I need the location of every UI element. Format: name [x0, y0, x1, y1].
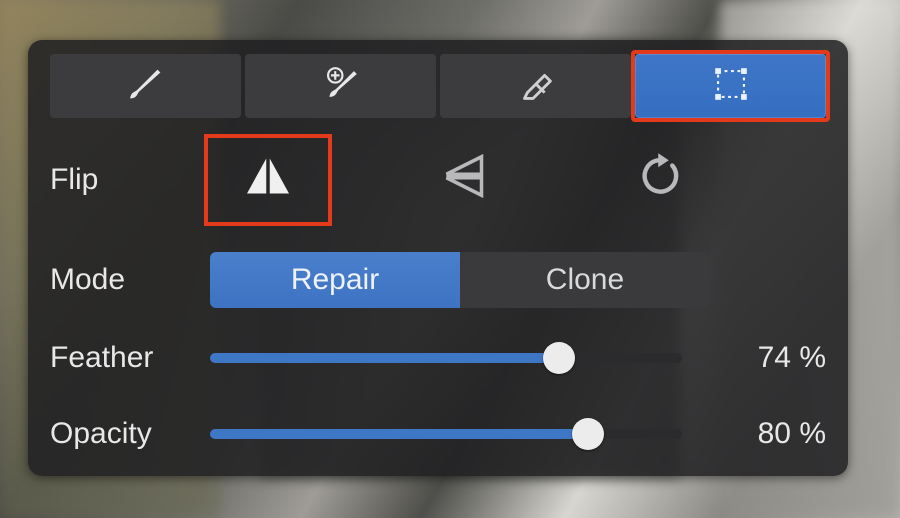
tab-marquee[interactable]	[635, 54, 826, 118]
mode-label: Mode	[50, 263, 210, 297]
flip-vertical-button[interactable]	[406, 140, 522, 220]
slider-fill	[210, 429, 588, 439]
feather-slider[interactable]	[210, 338, 682, 378]
marquee-icon	[708, 61, 754, 112]
tab-eraser[interactable]	[440, 54, 631, 118]
opacity-row: Opacity 80 %	[50, 414, 826, 454]
feather-value: 74 %	[716, 341, 826, 375]
eraser-icon	[513, 61, 559, 112]
reset-button[interactable]	[602, 140, 718, 220]
plus-brush-icon	[318, 61, 364, 112]
reset-icon	[632, 148, 688, 212]
tab-plus-brush[interactable]	[245, 54, 436, 118]
flip-horizontal-icon	[240, 148, 296, 212]
flip-row: Flip	[50, 140, 826, 220]
tool-options-panel: Flip	[28, 40, 848, 476]
slider-thumb[interactable]	[572, 418, 604, 450]
brush-icon	[123, 61, 169, 112]
mode-option-repair[interactable]: Repair	[210, 252, 460, 308]
opacity-label: Opacity	[50, 417, 210, 451]
slider-fill	[210, 353, 559, 363]
opacity-value: 80 %	[716, 417, 826, 451]
mode-row: Mode Repair Clone	[50, 252, 826, 308]
flip-label: Flip	[50, 163, 210, 197]
feather-label: Feather	[50, 341, 210, 375]
opacity-slider[interactable]	[210, 414, 682, 454]
tab-brush[interactable]	[50, 54, 241, 118]
slider-thumb[interactable]	[543, 342, 575, 374]
flip-vertical-icon	[436, 148, 492, 212]
mode-option-clone[interactable]: Clone	[460, 252, 710, 308]
flip-horizontal-button[interactable]	[210, 140, 326, 220]
tool-tab-bar	[50, 54, 826, 118]
flip-controls	[210, 140, 826, 220]
feather-row: Feather 74 %	[50, 338, 826, 378]
mode-segmented: Repair Clone	[210, 252, 710, 308]
